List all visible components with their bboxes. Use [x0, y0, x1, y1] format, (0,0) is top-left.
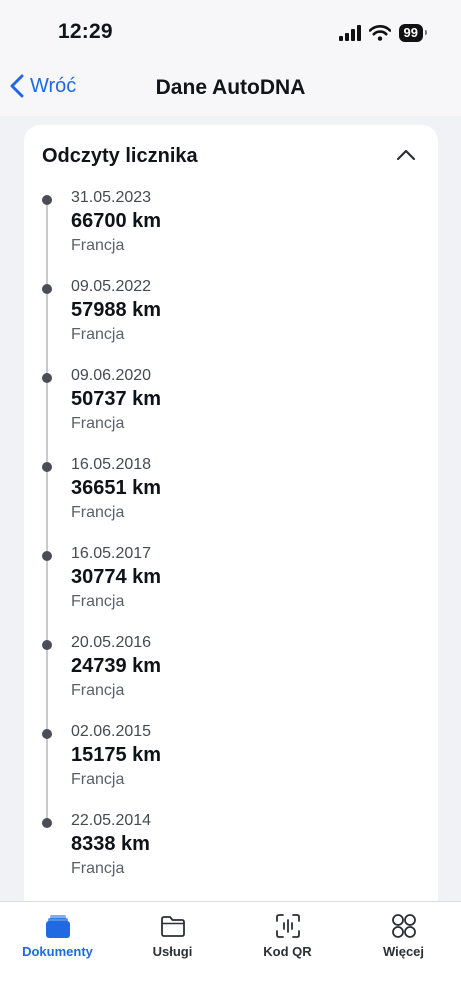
status-icons: 99	[338, 24, 428, 42]
reading-mileage: 30774 km	[71, 566, 162, 588]
timeline-entry: 22.05.2014 8338 km Francja	[24, 812, 438, 901]
reading-date: 09.05.2022	[71, 278, 152, 295]
timeline-dot	[42, 284, 52, 294]
reading-country: Francja	[71, 593, 125, 610]
tab-label: Dokumenty	[22, 944, 93, 959]
more-icon	[391, 914, 416, 938]
tab-bar: Dokumenty Usługi Kod QR Więcej	[0, 901, 461, 1000]
timeline-entry: 16.05.2017 30774 km Francja	[24, 545, 438, 634]
reading-country: Francja	[71, 504, 125, 521]
tab-qr-code[interactable]: Kod QR	[230, 912, 345, 959]
reading-country: Francja	[71, 326, 125, 343]
timeline-dot	[42, 729, 52, 739]
reading-mileage: 8338 km	[71, 833, 150, 855]
timeline-entry: 16.05.2018 36651 km Francja	[24, 456, 438, 545]
reading-date: 22.05.2014	[71, 812, 152, 829]
reading-date: 31.05.2023	[71, 189, 152, 206]
reading-date: 20.05.2016	[71, 634, 152, 651]
tab-label: Więcej	[382, 944, 425, 959]
qr-code-icon	[275, 914, 300, 938]
chevron-up-icon[interactable]	[396, 149, 416, 161]
reading-date: 09.06.2020	[71, 367, 152, 384]
timeline-entry: 02.06.2015 15175 km Francja	[24, 723, 438, 812]
page-title: Dane AutoDNA	[155, 76, 306, 99]
timeline-entry: 09.06.2020 50737 km Francja	[24, 367, 438, 456]
wifi-icon	[368, 25, 391, 41]
status-time: 12:29	[58, 20, 113, 43]
tab-documents[interactable]: Dokumenty	[0, 912, 115, 959]
signal-icon	[338, 25, 361, 41]
timeline-dot	[42, 640, 52, 650]
reading-country: Francja	[71, 415, 125, 432]
reading-mileage: 50737 km	[71, 388, 162, 410]
timeline-dot	[42, 195, 52, 205]
tab-more[interactable]: Więcej	[346, 912, 461, 959]
odometer-readings-card: Odczyty licznika 31.05.2023 66700 km Fra…	[24, 125, 438, 915]
reading-country: Francja	[71, 771, 125, 788]
reading-date: 02.06.2015	[71, 723, 152, 740]
timeline-dot	[42, 373, 52, 383]
documents-icon	[45, 915, 70, 938]
folder-icon	[160, 916, 185, 937]
tab-services[interactable]: Usługi	[115, 912, 230, 959]
reading-date: 16.05.2018	[71, 456, 152, 473]
reading-mileage: 36651 km	[71, 477, 162, 499]
reading-country: Francja	[71, 860, 125, 877]
timeline-entry: 09.05.2022 57988 km Francja	[24, 278, 438, 367]
timeline-dot	[42, 551, 52, 561]
reading-date: 16.05.2017	[71, 545, 152, 562]
reading-mileage: 57988 km	[71, 299, 162, 321]
timeline-dot	[42, 462, 52, 472]
battery-indicator: 99	[398, 24, 428, 42]
reading-mileage: 24739 km	[71, 655, 162, 677]
tab-label: Kod QR	[263, 944, 312, 959]
card-title: Odczyty licznika	[42, 145, 198, 167]
status-bar: 12:29 99	[0, 0, 461, 62]
card-header[interactable]: Odczyty licznika	[42, 145, 420, 173]
reading-mileage: 15175 km	[71, 744, 162, 766]
timeline-entry: 31.05.2023 66700 km Francja	[24, 189, 438, 278]
timeline-entry: 20.05.2016 24739 km Francja	[24, 634, 438, 723]
reading-mileage: 66700 km	[71, 210, 162, 232]
timeline-dot	[42, 818, 52, 828]
reading-country: Francja	[71, 237, 125, 254]
reading-country: Francja	[71, 682, 125, 699]
tab-label: Usługi	[152, 944, 193, 959]
nav-bar: Wróć Dane AutoDNA	[0, 62, 461, 116]
